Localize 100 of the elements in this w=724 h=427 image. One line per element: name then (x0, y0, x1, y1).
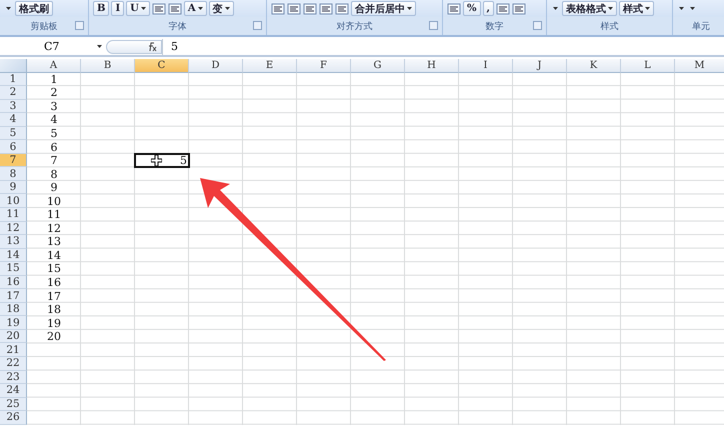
column-header[interactable]: I (459, 59, 513, 73)
cell-value: 19 (47, 316, 61, 330)
formula-field[interactable]: 5 (162, 38, 724, 54)
toolbar-button[interactable]: I (111, 1, 124, 16)
cell-value: 6 (50, 140, 58, 154)
row-header[interactable]: 9 (0, 180, 27, 194)
dropdown-button[interactable]: 表格格式 (562, 1, 617, 16)
caret-icon (6, 7, 11, 10)
active-cell[interactable]: 5 (135, 154, 189, 168)
name-box[interactable]: C7 (0, 38, 106, 54)
row-header[interactable]: 8 (0, 167, 27, 181)
group-label: 单元 (692, 20, 710, 32)
cell-value: 10 (47, 194, 61, 208)
row-header[interactable]: 18 (0, 302, 27, 316)
toolbar-icon[interactable] (512, 2, 526, 14)
toolbar-icon[interactable] (447, 2, 461, 14)
row-header[interactable]: 11 (0, 208, 27, 222)
column-header[interactable]: D (189, 59, 243, 73)
toolbar-button[interactable]: 格式刷 (15, 1, 53, 16)
caret-icon (645, 7, 650, 10)
group-label: 剪贴板 (30, 20, 58, 32)
row-header[interactable]: 2 (0, 86, 27, 100)
plus-cursor-icon (151, 154, 162, 166)
row-header[interactable]: 22 (0, 357, 27, 371)
toolbar-icon[interactable] (152, 2, 166, 14)
cell-value: 8 (50, 168, 58, 181)
cell-value: 1 (50, 72, 58, 86)
cell-value: 15 (47, 262, 61, 276)
column-header[interactable]: A (27, 59, 81, 73)
caret-icon (690, 7, 695, 10)
row-header[interactable]: 21 (0, 343, 27, 358)
cell-value: 12 (47, 222, 61, 235)
row-header[interactable]: 4 (0, 113, 27, 127)
group-label: 对齐方式 (336, 20, 372, 32)
dropdown-button[interactable]: 样式 (619, 1, 654, 16)
row-header[interactable]: 23 (0, 370, 27, 384)
row-header[interactable]: 20 (0, 330, 27, 344)
column-header[interactable]: B (81, 59, 135, 73)
column-header[interactable]: E (243, 59, 297, 73)
caret-icon (608, 7, 613, 10)
caret-icon (679, 7, 684, 10)
toolbar-icon[interactable] (271, 2, 285, 14)
column-header[interactable]: J (513, 59, 567, 73)
column-header[interactable]: M (675, 59, 724, 73)
row-header[interactable]: 10 (0, 194, 27, 208)
cell-value: 14 (47, 248, 61, 262)
toolbar-button[interactable]: % (463, 1, 481, 16)
row-header[interactable]: 6 (0, 140, 27, 154)
row-header[interactable]: 15 (0, 262, 27, 276)
caret-icon (407, 7, 412, 10)
row-header[interactable]: 16 (0, 276, 27, 290)
row-header[interactable]: 26 (0, 411, 27, 425)
caret-icon (97, 45, 102, 48)
cell-value: 5 (50, 127, 58, 140)
toolbar-icon[interactable] (168, 2, 182, 14)
row-header[interactable]: 7 (0, 154, 27, 168)
toolbar-icon[interactable] (319, 2, 333, 14)
toolbar-icon[interactable] (335, 2, 349, 14)
row-header[interactable]: 5 (0, 126, 27, 140)
column-header[interactable]: F (297, 59, 351, 73)
dropdown-button[interactable]: 变 (208, 1, 234, 16)
insert-function-button[interactable] (106, 40, 162, 54)
caret-icon (224, 7, 230, 10)
cell-value: 17 (47, 290, 61, 303)
cell-value: 13 (47, 235, 61, 248)
column-header[interactable]: H (405, 59, 459, 73)
cell-value: 20 (47, 330, 61, 344)
cell-value: 16 (47, 276, 61, 290)
column-header[interactable]: C (135, 59, 189, 73)
dropdown-button[interactable]: A (184, 1, 207, 16)
row-header[interactable]: 14 (0, 248, 27, 262)
column-header[interactable]: L (621, 59, 675, 73)
group-label: 样式 (600, 20, 618, 32)
cell-value: 11 (47, 208, 61, 222)
row-header[interactable]: 19 (0, 316, 27, 330)
column-header[interactable]: K (567, 59, 621, 73)
caret-icon (553, 7, 558, 10)
dropdown-button[interactable]: 合并后居中 (351, 1, 416, 16)
row-header[interactable]: 24 (0, 384, 27, 398)
group-label: 字体 (168, 20, 186, 32)
row-header[interactable]: 12 (0, 222, 27, 236)
cell-value: 18 (47, 303, 61, 316)
column-header[interactable]: G (351, 59, 405, 73)
cell-value: 2 (50, 86, 58, 100)
toolbar-icon[interactable] (303, 2, 317, 14)
toolbar-button[interactable]: B (93, 1, 110, 16)
caret-icon (140, 7, 146, 10)
group-label: 数字 (486, 20, 504, 32)
toolbar-icon[interactable] (496, 2, 510, 14)
row-header[interactable]: 17 (0, 289, 27, 303)
row-header[interactable]: 25 (0, 398, 27, 412)
cell-value: 9 (50, 181, 58, 194)
cell-value: 4 (50, 113, 58, 126)
row-header[interactable]: 1 (0, 72, 27, 86)
row-header[interactable]: 13 (0, 235, 27, 249)
toolbar-button[interactable]: , (482, 1, 494, 16)
toolbar-icon[interactable] (287, 2, 301, 14)
dropdown-button[interactable]: U (126, 1, 150, 16)
caret-icon (198, 7, 203, 10)
row-header[interactable]: 3 (0, 100, 27, 114)
